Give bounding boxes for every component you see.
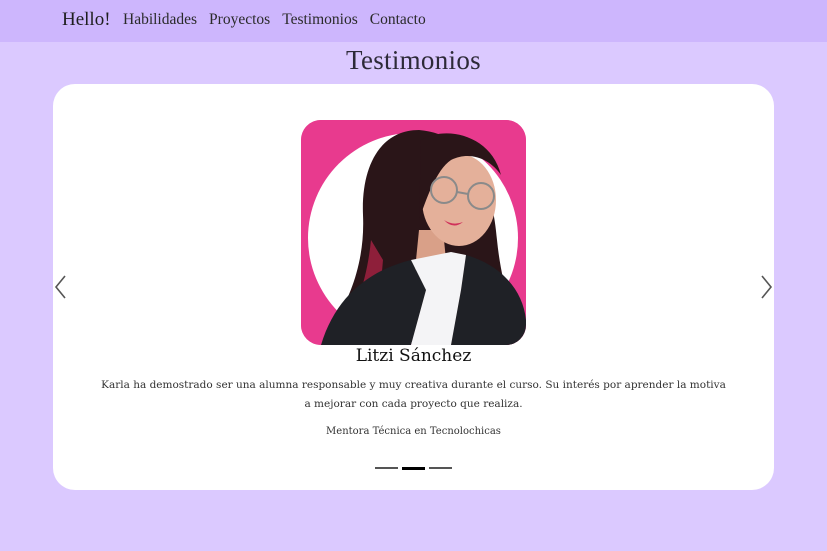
nav-links: Habilidades Proyectos Testimonios Contac… (123, 11, 426, 29)
chevron-left-icon (54, 275, 66, 299)
person-photo-illustration (301, 120, 526, 345)
carousel-indicator-2[interactable] (402, 466, 425, 470)
nav-link-testimonios[interactable]: Testimonios (282, 11, 358, 29)
brand-link[interactable]: Hello! (62, 9, 111, 31)
nav-link-habilidades[interactable]: Habilidades (123, 11, 197, 29)
section-title: Testimonios (346, 45, 481, 75)
chevron-right-icon (761, 275, 773, 299)
testimonial-role: Mentora Técnica en Tecnolochicas (326, 426, 501, 437)
carousel-indicator-1[interactable] (375, 467, 398, 469)
carousel-next-button[interactable] (754, 274, 774, 300)
carousel-prev-button[interactable] (53, 274, 73, 300)
nav-link-proyectos[interactable]: Proyectos (209, 11, 270, 29)
testimonial-photo (301, 120, 526, 345)
nav-link-contacto[interactable]: Contacto (370, 11, 426, 29)
testimonial-quote: Karla ha demostrado ser una alumna respo… (101, 379, 726, 410)
testimonial-carousel: Litzi Sánchez Karla ha demostrado ser un… (53, 84, 774, 490)
testimonial-name: Litzi Sánchez (355, 346, 472, 366)
carousel-indicators (375, 466, 452, 470)
carousel-indicator-3[interactable] (429, 467, 452, 469)
navbar: Hello! Habilidades Proyectos Testimonios… (0, 0, 827, 42)
